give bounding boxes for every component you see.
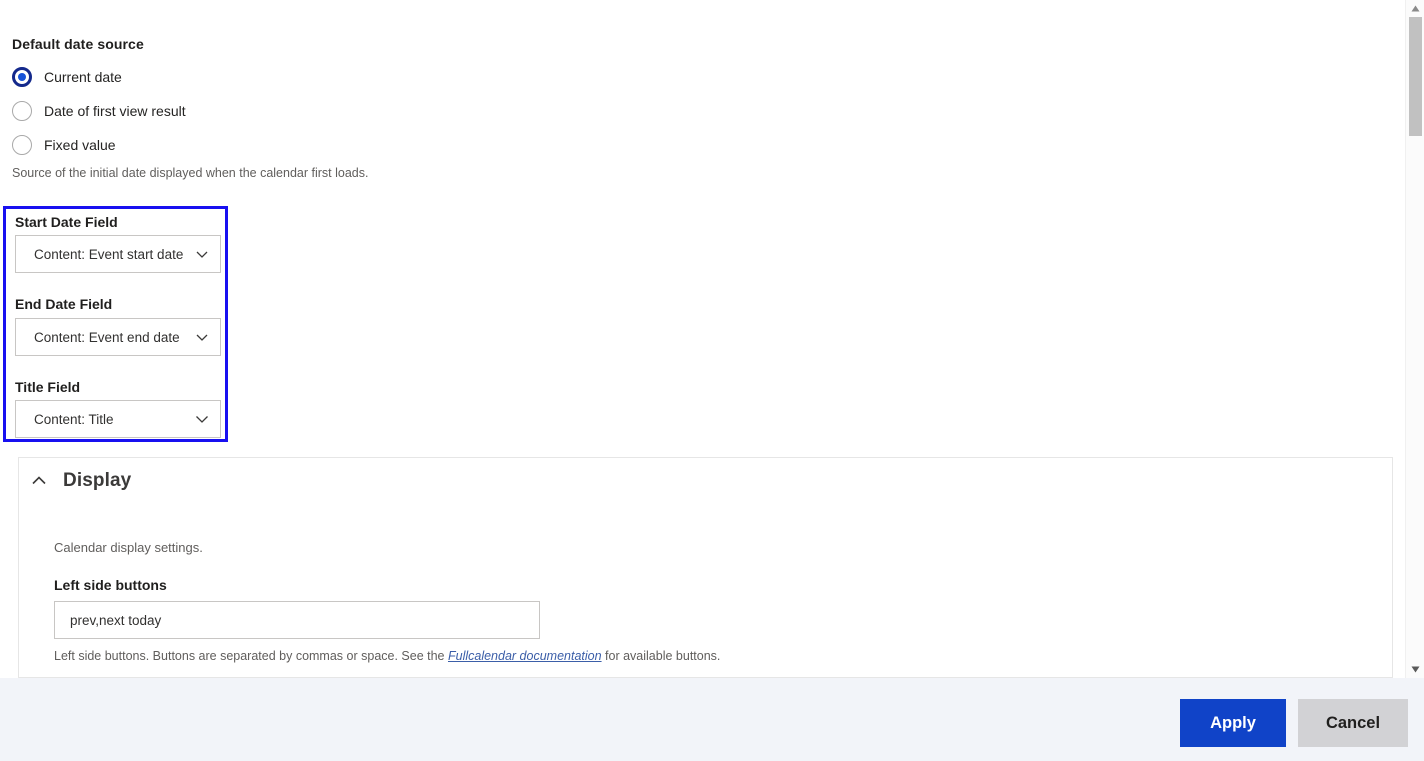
- default-date-source-heading: Default date source: [12, 36, 144, 52]
- left-side-buttons-label: Left side buttons: [54, 577, 167, 593]
- settings-panel: Default date source Current date Date of…: [0, 0, 1424, 761]
- title-field-select[interactable]: Content: Title: [15, 400, 221, 438]
- scrollbar-thumb[interactable]: [1409, 17, 1422, 136]
- end-date-field-label: End Date Field: [15, 296, 113, 312]
- scroll-down-arrow-icon[interactable]: [1406, 661, 1424, 678]
- scrollable-content: Default date source Current date Date of…: [0, 0, 1405, 678]
- scroll-up-arrow-icon[interactable]: [1406, 0, 1424, 17]
- display-section-description: Calendar display settings.: [54, 540, 203, 555]
- title-field-value: Content: Title: [34, 411, 114, 427]
- start-date-field-value: Content: Event start date: [34, 246, 184, 262]
- left-side-buttons-hint: Left side buttons. Buttons are separated…: [54, 649, 720, 663]
- vertical-scrollbar[interactable]: [1405, 0, 1424, 678]
- display-section-title: Display: [63, 470, 132, 491]
- hint-text-after: for available buttons.: [601, 649, 721, 663]
- chevron-down-icon: [194, 411, 210, 427]
- radio-label-fixed-value: Fixed value: [44, 137, 116, 153]
- hint-text-before: Left side buttons. Buttons are separated…: [54, 649, 448, 663]
- start-date-field-select[interactable]: Content: Event start date: [15, 235, 221, 273]
- display-section-header[interactable]: Display: [29, 470, 131, 492]
- cancel-button[interactable]: Cancel: [1298, 699, 1408, 747]
- display-section-card: Display Calendar display settings. Left …: [18, 457, 1393, 678]
- radio-indicator-fixed-value[interactable]: [12, 135, 32, 155]
- radio-indicator-current-date[interactable]: [12, 67, 32, 87]
- radio-option-first-view-result[interactable]: Date of first view result: [12, 100, 186, 122]
- radio-indicator-first-view-result[interactable]: [12, 101, 32, 121]
- apply-button[interactable]: Apply: [1180, 699, 1286, 747]
- end-date-field-value: Content: Event end date: [34, 329, 180, 345]
- chevron-down-icon: [194, 329, 210, 345]
- date-fields-highlight-group: Start Date Field Content: Event start da…: [3, 206, 228, 442]
- radio-label-current-date: Current date: [44, 69, 122, 85]
- start-date-field-label: Start Date Field: [15, 214, 118, 230]
- radio-option-current-date[interactable]: Current date: [12, 66, 122, 88]
- left-side-buttons-input[interactable]: [54, 601, 540, 639]
- radio-option-fixed-value[interactable]: Fixed value: [12, 134, 116, 156]
- fullcalendar-documentation-link[interactable]: Fullcalendar documentation: [448, 649, 602, 663]
- chevron-down-icon: [194, 246, 210, 262]
- dialog-footer: Apply Cancel: [0, 678, 1424, 761]
- title-field-label: Title Field: [15, 379, 81, 395]
- chevron-up-icon[interactable]: [29, 471, 49, 491]
- radio-label-first-view-result: Date of first view result: [44, 103, 186, 119]
- end-date-field-select[interactable]: Content: Event end date: [15, 318, 221, 356]
- default-date-source-hint: Source of the initial date displayed whe…: [12, 166, 369, 180]
